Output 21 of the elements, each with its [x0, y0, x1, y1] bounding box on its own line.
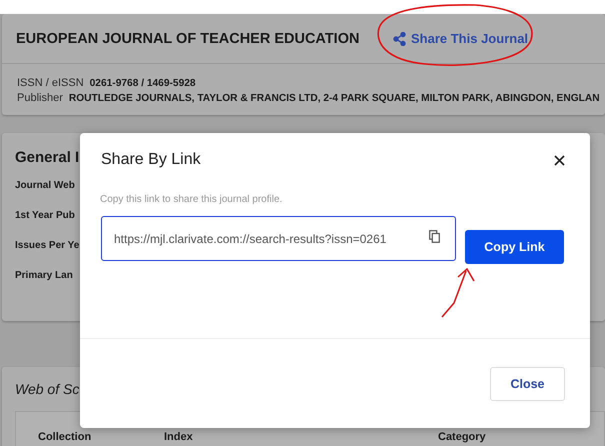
issn-label: ISSN / eISSN — [17, 76, 84, 91]
copy-icon[interactable] — [429, 230, 440, 243]
field-label: Issues Per Ye — [15, 240, 80, 253]
section-heading: General I — [15, 149, 80, 166]
issn-value: 0261-9768 / 1469-5928 — [90, 77, 196, 91]
journal-title: EUROPEAN JOURNAL OF TEACHER EDUCATION — [16, 30, 360, 46]
column-header: Category — [438, 431, 486, 443]
dialog-title: Share By Link — [101, 151, 201, 169]
publisher-value: ROUTLEDGE JOURNALS, TAYLOR & FRANCIS LTD, 2-4 PARK SQUARE, MILTON PARK, ABINGDON, ENGLAN — [68, 92, 600, 106]
section-heading: Web of Sc — [15, 381, 80, 397]
column-header: Collection — [38, 431, 92, 443]
field-label: Primary Lan — [15, 270, 73, 283]
close-button[interactable]: Close — [490, 367, 565, 401]
field-label: 1st Year Pub — [15, 210, 75, 223]
publisher-label: Publisher — [17, 91, 63, 106]
column-header: Index — [164, 431, 193, 443]
copy-link-button[interactable]: Copy Link — [465, 230, 564, 264]
field-label: Journal Web — [15, 180, 75, 193]
link-field[interactable]: https://mjl.clarivate.com://search-results?issn=0261 — [101, 216, 456, 261]
share-icon — [393, 32, 406, 46]
dialog-hint: Copy this link to share this journal profile. — [100, 194, 284, 205]
